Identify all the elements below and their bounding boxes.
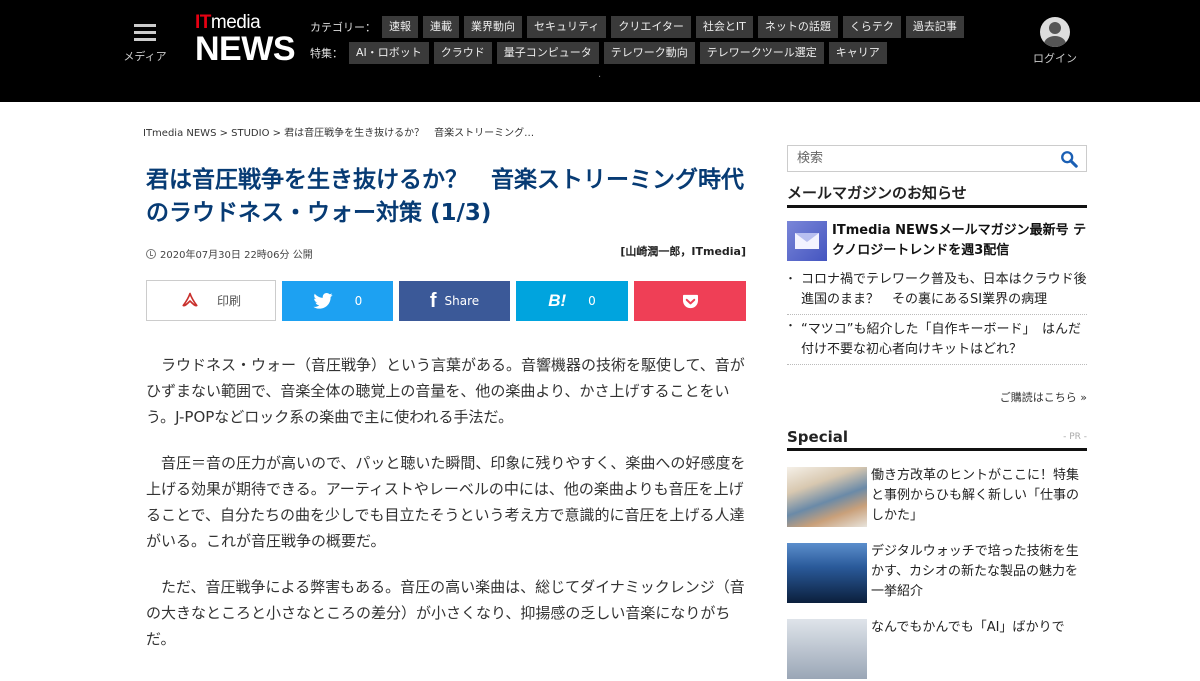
site-search — [787, 145, 1087, 172]
special-heading: Special - PR - — [787, 428, 1087, 451]
feature-tag[interactable]: 量子コンピュータ — [496, 42, 599, 64]
publish-date-text: 2020年07月30日 22時06分 公開 — [160, 250, 313, 261]
twitter-share-count: 0 — [354, 294, 363, 308]
article-paragraph: ラウドネス・ウォー（音圧戦争）という言葉がある。音響機器の技術を駆使して、音がひ… — [146, 356, 745, 426]
special-item[interactable]: なんでもかんでも「AI」ばかりで — [787, 619, 1087, 681]
site-logo[interactable]: ITmedia NEWS — [195, 13, 296, 68]
user-avatar-icon — [1040, 17, 1070, 47]
hatena-bookmark-count: 0 — [588, 294, 596, 308]
category-tag[interactable]: セキュリティ — [527, 16, 607, 38]
feature-tag[interactable]: AI・ロボット — [349, 42, 429, 64]
media-menu-label: メディア — [123, 51, 167, 63]
category-tag[interactable]: 過去記事 — [905, 16, 964, 38]
feature-nav: 特集： AI・ロボット クラウド 量子コンピュータ テレワーク動向 テレワークツ… — [310, 42, 892, 64]
breadcrumb[interactable]: ITmedia NEWS > STUDIO > 君は音圧戦争を生き抜けるか？ 音… — [143, 124, 534, 139]
facebook-f-icon: f — [429, 289, 437, 312]
category-label: カテゴリー： — [310, 21, 376, 34]
special-item[interactable]: デジタルウォッチで培った技術を生かす、カシオの新たな製品の魅力を一挙紹介 — [787, 543, 1087, 605]
category-tag[interactable]: 社会とIT — [695, 16, 753, 38]
mailmag-heading: メールマガジンのお知らせ — [787, 182, 1087, 208]
article-paragraph: 音圧＝音の圧力が高いので、パッと聴いた瞬間、印象に残りやすく、楽曲への好感度を上… — [146, 454, 746, 550]
category-tag[interactable]: ネットの話題 — [757, 16, 838, 38]
facebook-share-label: Share — [444, 294, 480, 308]
media-menu-button[interactable]: メディア — [122, 20, 168, 64]
special-item-text: 働き方改革のヒントがここに！特集と事例からひも解く新しい「仕事のしかた」 — [871, 468, 1080, 523]
pocket-icon — [682, 294, 698, 308]
subscribe-link[interactable]: ご購読はこちら » — [1000, 389, 1087, 405]
special-thumbnail — [787, 543, 867, 603]
list-item[interactable]: コロナ禍でテレワーク普及も、日本はクラウド後進国のまま？ その裏にあるSI業界の… — [785, 268, 1087, 315]
global-header: メディア ITmedia NEWS カテゴリー： 速報 連載 業界動向 セキュリ… — [0, 0, 1200, 102]
category-tag[interactable]: 連載 — [423, 16, 459, 38]
search-icon[interactable] — [1060, 150, 1078, 168]
pdf-icon — [182, 292, 198, 306]
mailmag-feature-link[interactable]: ITmedia NEWSメールマガジン最新号 テクノロジートレンドを週3配信 — [787, 221, 1087, 263]
search-input[interactable] — [788, 146, 1048, 171]
category-tag[interactable]: クリエイター — [611, 16, 691, 38]
mailmag-feature-title: ITmedia NEWSメールマガジン最新号 テクノロジートレンドを週3配信 — [832, 223, 1087, 258]
mailmag-list: コロナ禍でテレワーク普及も、日本はクラウド後進国のまま？ その裏にあるSI業界の… — [785, 268, 1087, 365]
special-item[interactable]: 働き方改革のヒントがここに！特集と事例からひも解く新しい「仕事のしかた」 — [787, 467, 1087, 529]
special-thumbnail — [787, 619, 867, 679]
header-dot-mark: · — [598, 72, 602, 83]
hamburger-icon — [134, 24, 156, 41]
pr-label: - PR - — [1063, 432, 1087, 442]
publish-date: 2020年07月30日 22時06分 公開 — [146, 246, 313, 261]
clock-icon — [146, 248, 156, 259]
category-tag[interactable]: くらテク — [842, 16, 901, 38]
feature-tag[interactable]: キャリア — [828, 42, 887, 64]
special-heading-text: Special — [787, 428, 849, 446]
category-tag[interactable]: 速報 — [382, 16, 418, 38]
feature-tag[interactable]: テレワークツール選定 — [699, 42, 824, 64]
article-body: ラウドネス・ウォー（音圧戦争）という言葉がある。音響機器の技術を駆使して、音がひ… — [146, 352, 746, 672]
login-button[interactable]: ログイン — [1030, 17, 1080, 66]
category-nav: カテゴリー： 速報 連載 業界動向 セキュリティ クリエイター 社会とIT ネッ… — [310, 16, 969, 38]
login-label: ログイン — [1033, 52, 1077, 65]
feature-label: 特集： — [310, 47, 343, 60]
special-item-text: なんでもかんでも「AI」ばかりで — [871, 620, 1065, 635]
article-paragraph: ただ、音圧戦争による弊害もある。音圧の高い楽曲は、総じてダイナミックレンジ（音の… — [146, 578, 745, 648]
special-item-text: デジタルウォッチで培った技術を生かす、カシオの新たな製品の魅力を一挙紹介 — [871, 544, 1079, 599]
print-label: 印刷 — [216, 294, 241, 308]
facebook-share-button[interactable]: f Share — [399, 281, 510, 321]
hatena-bookmark-icon: B! — [548, 291, 567, 310]
twitter-share-button[interactable]: 0 — [282, 281, 393, 321]
article-author: [山崎潤一郎，ITmedia] — [620, 245, 746, 258]
feature-tag[interactable]: テレワーク動向 — [603, 42, 695, 64]
logo-news-text: NEWS — [195, 30, 296, 68]
pocket-save-button[interactable] — [634, 281, 746, 321]
special-thumbnail — [787, 467, 867, 527]
twitter-bird-icon — [313, 293, 333, 309]
hatena-bookmark-button[interactable]: B! 0 — [516, 281, 628, 321]
category-tag[interactable]: 業界動向 — [464, 16, 522, 38]
article-title: 君は音圧戦争を生き抜けるか？ 音楽ストリーミング時代のラウドネス・ウォー対策 (… — [146, 167, 744, 226]
feature-tag[interactable]: クラウド — [433, 42, 492, 64]
mail-envelope-icon — [787, 221, 827, 261]
print-button[interactable]: 印刷 — [146, 280, 276, 321]
list-item[interactable]: “マツコ”も紹介した「自作キーボード」 はんだ付け不要な初心者向けキットはどれ？ — [785, 315, 1087, 365]
